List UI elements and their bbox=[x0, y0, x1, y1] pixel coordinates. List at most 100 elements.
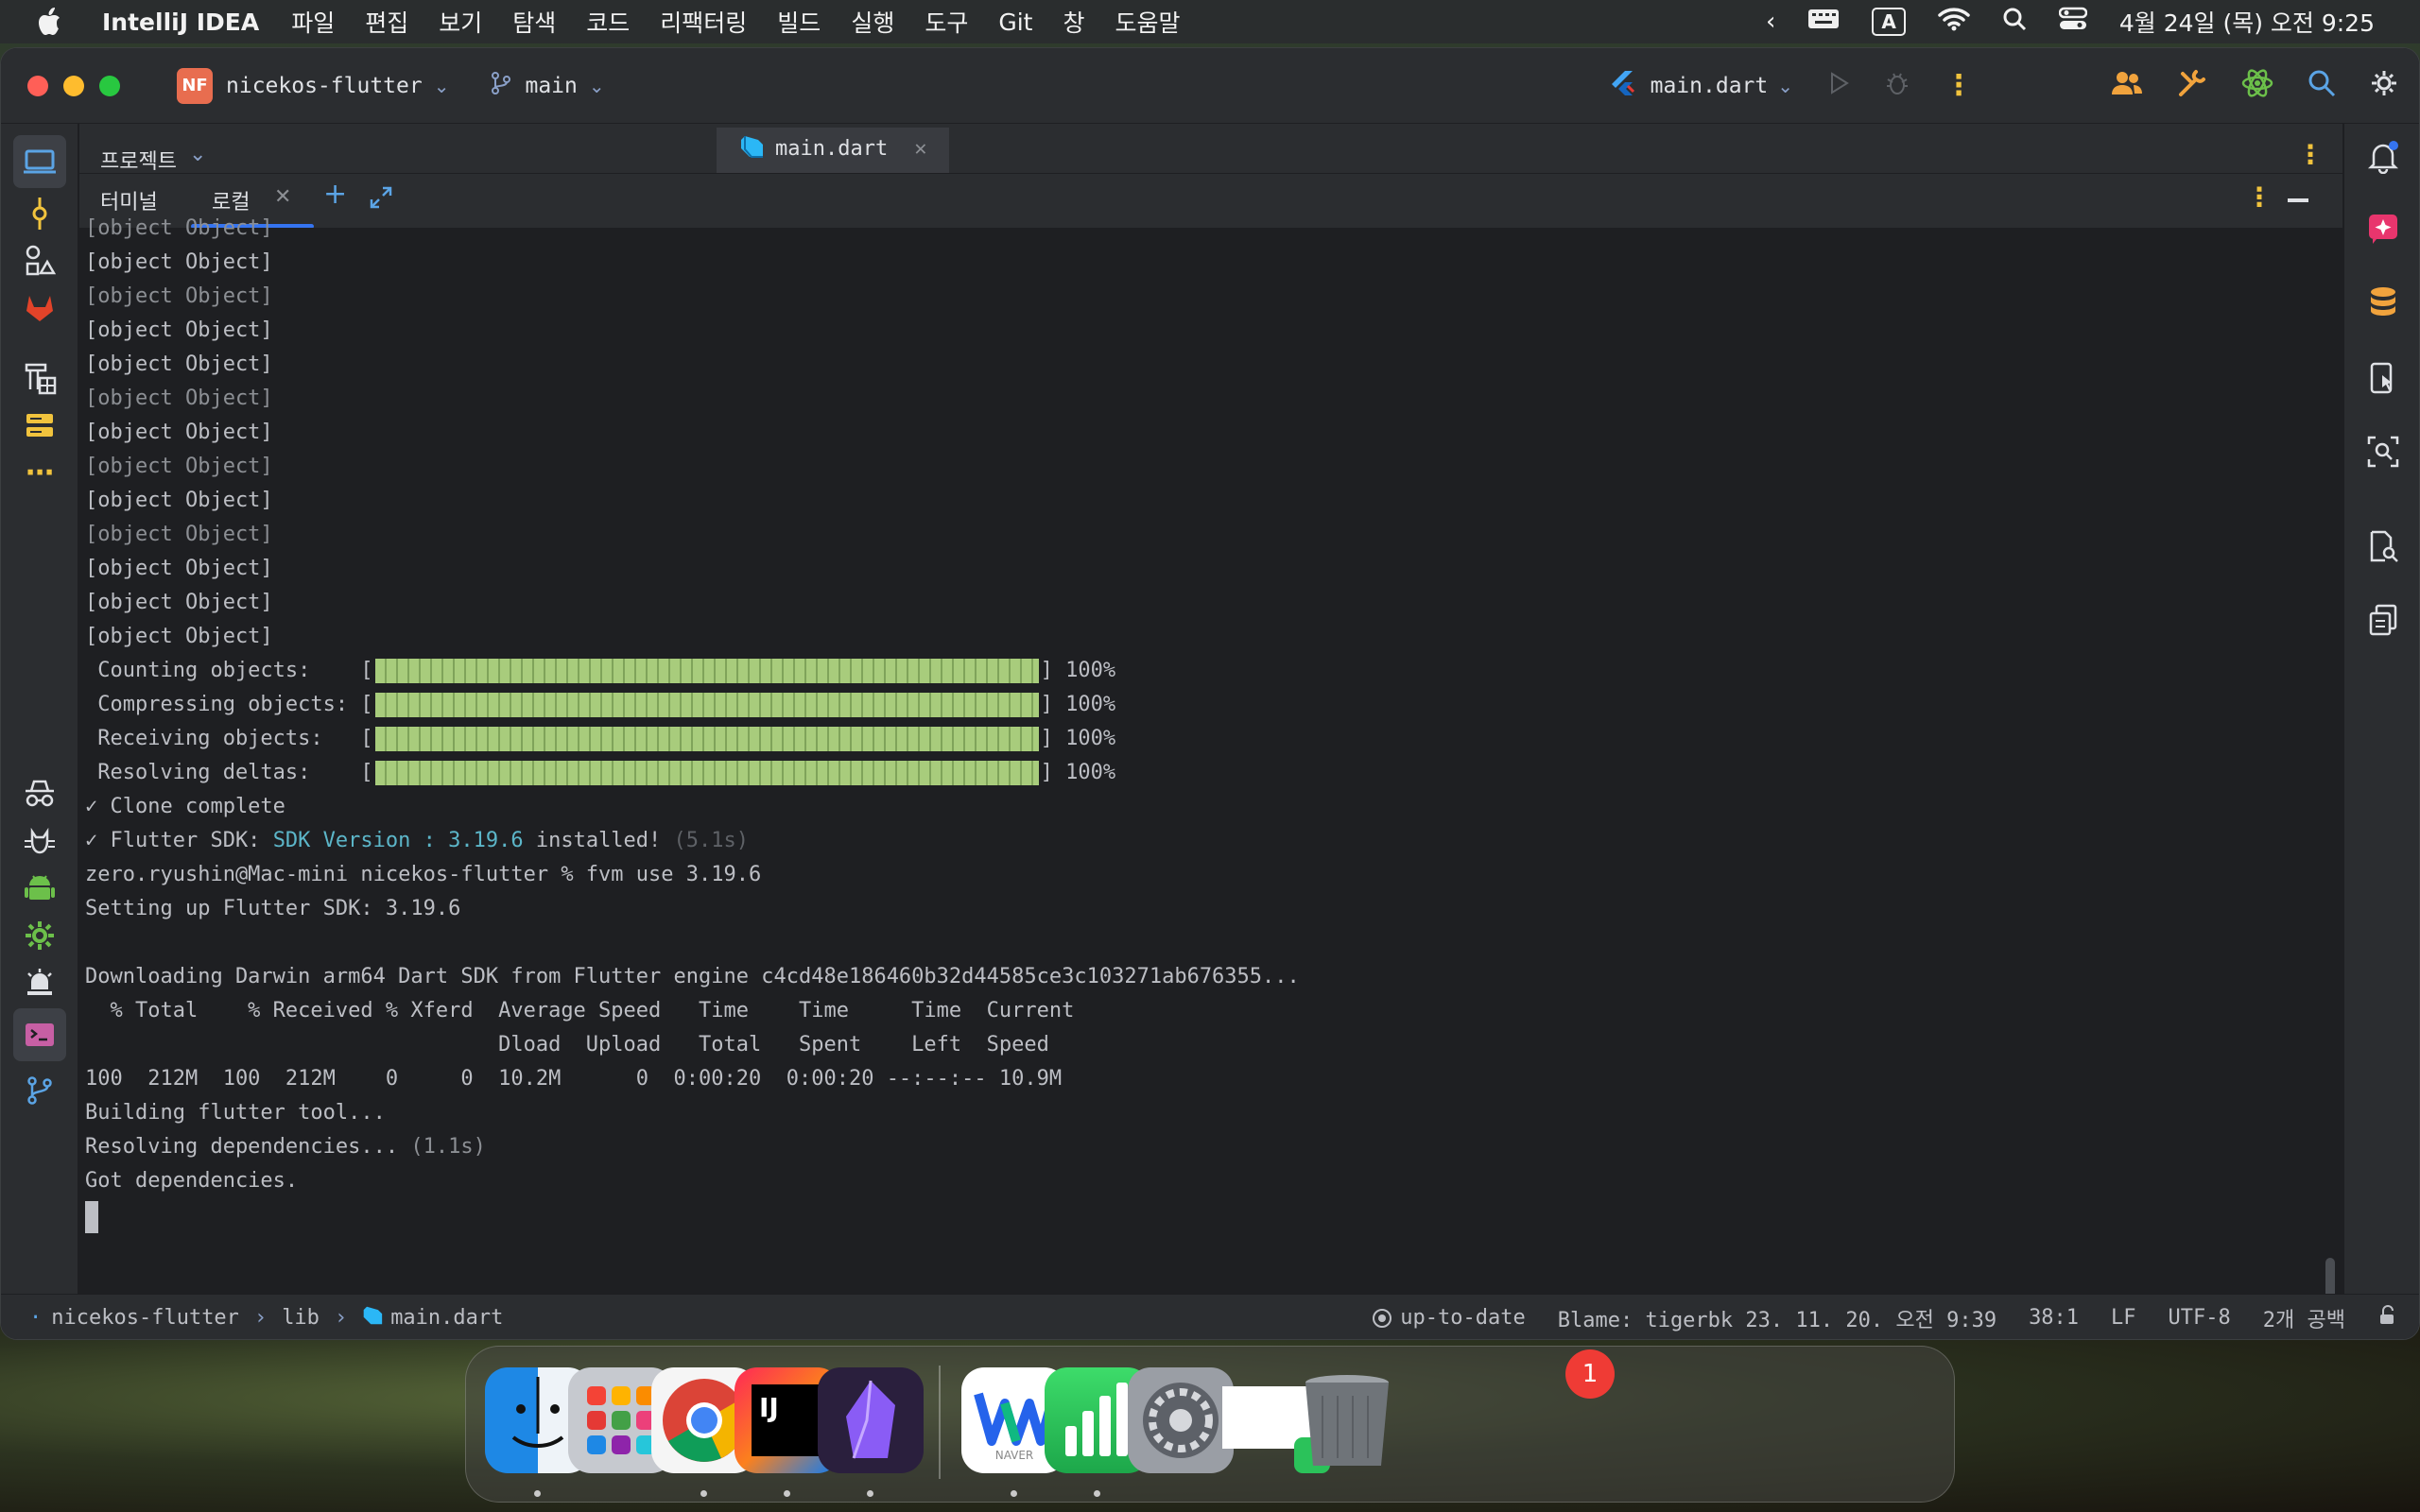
obsidian-app-icon[interactable] bbox=[818, 1367, 924, 1473]
more-vertical-icon[interactable]: ⋮ bbox=[2246, 181, 2273, 213]
menu-build[interactable]: 빌드 bbox=[777, 5, 821, 39]
title-bar: NF nicekos-flutter ⌄ main ⌄ main.dart ⌄ … bbox=[1, 48, 2419, 124]
branch-name[interactable]: main bbox=[525, 74, 577, 98]
progress-line: Compressing objects: [] 100% bbox=[85, 693, 1116, 717]
file-search-icon[interactable] bbox=[2363, 526, 2403, 566]
menu-code[interactable]: 코드 bbox=[586, 5, 630, 39]
search-everywhere-icon[interactable] bbox=[2308, 69, 2336, 103]
window-minimize-button[interactable] bbox=[63, 75, 84, 96]
terminal-line: [object Object] bbox=[85, 455, 273, 478]
menu-run[interactable]: 실행 bbox=[851, 5, 894, 39]
breadcrumb-lib[interactable]: lib bbox=[282, 1306, 320, 1330]
ai-assistant-icon[interactable] bbox=[2241, 67, 2273, 105]
file-encoding[interactable]: UTF-8 bbox=[2169, 1306, 2231, 1330]
terminal-line: [object Object] bbox=[85, 318, 273, 342]
project-name[interactable]: nicekos-flutter bbox=[226, 74, 423, 98]
control-center-icon[interactable] bbox=[2058, 7, 2088, 37]
menu-git[interactable]: Git bbox=[998, 9, 1032, 36]
more-vertical-icon[interactable]: ⋮ bbox=[2297, 139, 2324, 170]
chevron-left-icon[interactable]: ‹ bbox=[1766, 8, 1775, 36]
breadcrumb-project[interactable]: nicekos-flutter bbox=[51, 1306, 239, 1330]
close-icon[interactable]: ✕ bbox=[914, 137, 926, 161]
close-icon[interactable]: ✕ bbox=[274, 185, 291, 209]
menu-window[interactable]: 창 bbox=[1063, 5, 1084, 39]
line-separator[interactable]: LF bbox=[2111, 1306, 2136, 1330]
apple-logo-icon[interactable] bbox=[36, 7, 85, 37]
database-icon[interactable] bbox=[2363, 283, 2403, 322]
terminal-line: [object Object] bbox=[85, 216, 273, 240]
menu-refactor[interactable]: 리팩터링 bbox=[660, 5, 747, 39]
spotlight-search-icon[interactable] bbox=[2002, 7, 2027, 37]
keyboard-icon[interactable] bbox=[1807, 8, 1840, 36]
indent-setting[interactable]: 2개 공백 bbox=[2263, 1303, 2345, 1333]
git-branch-icon[interactable] bbox=[491, 71, 511, 101]
build-tools-icon[interactable] bbox=[2177, 68, 2207, 104]
menu-navigate[interactable]: 탐색 bbox=[512, 5, 556, 39]
chevron-down-icon[interactable]: ⌄ bbox=[434, 75, 450, 97]
system-settings-app-icon[interactable] bbox=[1128, 1367, 1234, 1473]
caret-position[interactable]: 38:1 bbox=[2029, 1306, 2079, 1330]
wifi-icon[interactable] bbox=[1938, 7, 1970, 37]
add-tab-button[interactable]: + bbox=[323, 178, 347, 211]
lock-icon[interactable] bbox=[2377, 1304, 2398, 1332]
code-with-me-icon[interactable] bbox=[2111, 70, 2143, 102]
expand-icon[interactable] bbox=[369, 185, 393, 215]
notifications-bell-icon[interactable] bbox=[2363, 137, 2403, 177]
minimize-panel-icon[interactable] bbox=[2288, 198, 2308, 202]
run-icon[interactable] bbox=[1827, 71, 1850, 101]
commit-icon[interactable] bbox=[20, 194, 60, 233]
terminal-line: Downloading Darwin arm64 Dart SDK from F… bbox=[85, 965, 1300, 988]
editor-and-tool-header: 프로젝트 ⌄ main.dart ✕ ⋮ 터미널 로컬 ✕ + ⋮ bbox=[79, 124, 2342, 229]
problems-alarm-icon[interactable] bbox=[20, 963, 60, 1003]
project-view-label[interactable]: 프로젝트 bbox=[100, 145, 177, 175]
more-horizontal-icon[interactable]: ⋯ bbox=[20, 453, 60, 492]
window-close-button[interactable] bbox=[27, 75, 48, 96]
ai-chat-icon[interactable] bbox=[2363, 209, 2403, 249]
dock-running-indicator bbox=[1094, 1490, 1100, 1497]
settings-gear-icon[interactable] bbox=[2370, 69, 2398, 103]
git-blame[interactable]: Blame: tigerbk 23. 11. 20. 오전 9:39 bbox=[1558, 1303, 1996, 1333]
cat-tool-icon[interactable] bbox=[20, 821, 60, 861]
clipboard-icon[interactable] bbox=[2363, 600, 2403, 640]
incognito-icon[interactable] bbox=[20, 774, 60, 814]
terminal-tabs-bar: 터미널 로컬 ✕ + ⋮ bbox=[79, 173, 2342, 229]
project-badge[interactable]: NF bbox=[177, 67, 213, 104]
menu-view[interactable]: 보기 bbox=[439, 5, 482, 39]
editor-tab-main-dart[interactable]: main.dart ✕ bbox=[717, 128, 949, 173]
breadcrumb-file[interactable]: main.dart bbox=[390, 1306, 503, 1330]
more-vertical-icon[interactable]: ⋮ bbox=[1945, 69, 1973, 102]
services-gear-icon[interactable] bbox=[20, 916, 60, 955]
layout-inspector-icon[interactable] bbox=[2363, 432, 2403, 472]
window-zoom-button[interactable] bbox=[99, 75, 120, 96]
android-icon[interactable] bbox=[20, 868, 60, 908]
structure-icon[interactable] bbox=[20, 241, 60, 281]
terminal-output[interactable]: [object Object] [object Object] [object … bbox=[79, 216, 2342, 1322]
device-manager-icon[interactable] bbox=[2363, 358, 2403, 398]
resource-manager-icon[interactable] bbox=[20, 358, 60, 398]
menu-file[interactable]: 파일 bbox=[291, 5, 335, 39]
menu-tools[interactable]: 도구 bbox=[925, 5, 968, 39]
menubar-app-name[interactable]: IntelliJ IDEA bbox=[102, 9, 259, 36]
clone-complete-line: ✓ Clone complete bbox=[85, 795, 285, 818]
database-storage-icon[interactable] bbox=[20, 405, 60, 445]
chevron-down-icon[interactable]: ⌄ bbox=[589, 75, 605, 97]
menubar-clock[interactable]: 4월 24일 (목) 오전 9:25 bbox=[2119, 5, 2375, 39]
menu-help[interactable]: 도움말 bbox=[1115, 5, 1180, 39]
vcs-status[interactable]: up-to-date bbox=[1372, 1306, 1526, 1330]
flutter-config-icon[interactable] bbox=[1609, 69, 1637, 103]
git-tool-icon[interactable] bbox=[20, 1071, 60, 1110]
run-config-name[interactable]: main.dart bbox=[1651, 74, 1769, 98]
gitlab-icon[interactable] bbox=[20, 288, 60, 328]
chevron-down-icon[interactable]: ⌄ bbox=[1777, 75, 1793, 97]
terminal-tool-icon[interactable] bbox=[13, 1008, 66, 1061]
dock-divider bbox=[939, 1366, 941, 1479]
trash-icon[interactable] bbox=[1294, 1367, 1400, 1473]
menu-edit[interactable]: 편집 bbox=[365, 5, 408, 39]
project-tool-icon[interactable] bbox=[13, 135, 66, 188]
chevron-down-icon[interactable]: ⌄ bbox=[189, 143, 206, 166]
status-bar: · nicekos-flutter › lib › main.dart up-t… bbox=[1, 1294, 2419, 1339]
terminal-line: [object Object] bbox=[85, 489, 273, 512]
debug-icon[interactable] bbox=[1884, 70, 1910, 102]
input-source-indicator[interactable]: A bbox=[1872, 8, 1906, 36]
terminal-line: 100 212M 100 212M 0 0 10.2M 0 0:00:20 0:… bbox=[85, 1067, 1063, 1091]
